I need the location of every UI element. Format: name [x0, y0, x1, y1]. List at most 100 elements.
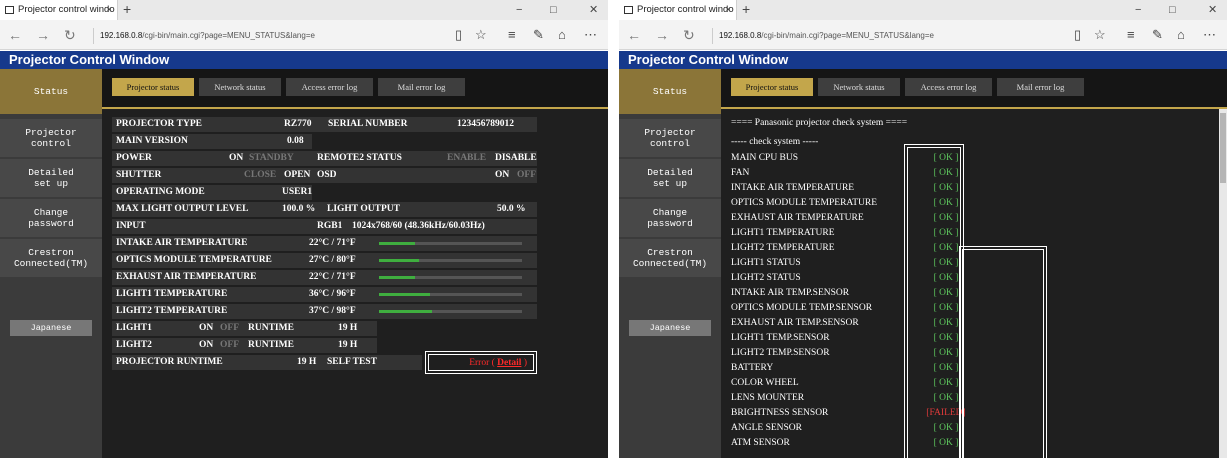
favorite-star-icon[interactable]: ☆: [1094, 27, 1106, 43]
reading-view-icon[interactable]: ▯: [1074, 27, 1081, 43]
temp-label: LIGHT1 TEMPERATURE: [116, 289, 228, 299]
sidebar-item-change-password[interactable]: Change password: [0, 199, 102, 237]
self-test-close: ): [523, 358, 527, 368]
self-test-detail-link[interactable]: Detail: [497, 358, 521, 368]
favorite-star-icon[interactable]: ☆: [475, 27, 487, 43]
sidebar: Status Projector control Detailed set up…: [0, 69, 102, 458]
sidebar-item-projector-control[interactable]: Projector control: [0, 119, 102, 157]
tab-projector-status[interactable]: Projector status: [731, 78, 813, 96]
self-test-subheader: ----- check system -----: [731, 137, 819, 147]
sidebar-item-status[interactable]: Status: [0, 69, 102, 114]
sidebar-item-projector-control[interactable]: Projector control: [619, 119, 721, 157]
self-test-result: Error ( Detail ): [428, 354, 534, 371]
forward-icon[interactable]: →: [655, 26, 669, 44]
status-tabs: Projector status Network status Access e…: [102, 69, 608, 109]
japanese-button[interactable]: Japanese: [629, 320, 711, 336]
max-light-label: MAX LIGHT OUTPUT LEVEL: [116, 204, 249, 214]
sidebar-item-label: Crestron Connected(TM): [13, 247, 89, 269]
sidebar-item-change-password[interactable]: Change password: [619, 199, 721, 237]
remote2-disable: DISABLE: [495, 153, 537, 163]
share-icon[interactable]: ⌂: [1177, 27, 1185, 43]
hub-icon[interactable]: ≡: [1127, 27, 1135, 43]
self-test-item-name: OPTICS MODULE TEMPERATURE: [731, 198, 878, 208]
self-test-item-name: LIGHT2 TEMP.SENSOR: [731, 348, 830, 358]
more-icon[interactable]: ⋯: [1203, 27, 1216, 43]
url-field[interactable]: 192.168.0.8/cgi-bin/main.cgi?page=MENU_S…: [93, 28, 423, 44]
input-signal: 1024x768/60 (48.36kHz/60.03Hz): [352, 221, 485, 231]
sidebar-item-label: Detailed set up: [647, 167, 693, 189]
temp-bar-fill: [379, 293, 431, 296]
forward-icon[interactable]: →: [36, 26, 50, 44]
more-icon[interactable]: ⋯: [584, 27, 597, 43]
sidebar-item-crestron[interactable]: Crestron Connected(TM): [619, 239, 721, 277]
self-test-item-name: EXHAUST AIR TEMP.SENSOR: [731, 318, 859, 328]
row-main-version: MAIN VERSION 0.08: [112, 134, 312, 149]
sidebar-item-crestron[interactable]: Crestron Connected(TM): [0, 239, 102, 277]
browser-tab[interactable]: Projector control windo ×: [619, 0, 737, 20]
new-tab-button[interactable]: +: [123, 0, 131, 19]
close-window-button[interactable]: ✕: [1208, 0, 1217, 20]
web-note-icon[interactable]: ✎: [1152, 27, 1163, 43]
tab-network-status[interactable]: Network status: [199, 78, 281, 96]
results-highlight-frame-inner: [907, 147, 961, 458]
sidebar-item-status[interactable]: Status: [619, 69, 721, 114]
minimize-button[interactable]: −: [516, 0, 522, 20]
temp-value: 37°C / 98°F: [309, 306, 356, 316]
osd-on: ON: [495, 170, 510, 180]
url-path: /cgi-bin/main.cgi?page=MENU_STATUS&lang=…: [142, 31, 315, 40]
osd-label: OSD: [317, 170, 337, 180]
refresh-icon[interactable]: ↻: [683, 26, 695, 44]
row-optics-temp: OPTICS MODULE TEMPERATURE 27°C / 80°F: [112, 253, 537, 268]
close-window-button[interactable]: ✕: [589, 0, 598, 20]
temp-label: EXHAUST AIR TEMPERATURE: [116, 272, 257, 282]
address-bar: ← → ↻ 192.168.0.8/cgi-bin/main.cgi?page=…: [619, 20, 1227, 50]
tab-mail-error-log[interactable]: Mail error log: [378, 78, 465, 96]
main-version-label: MAIN VERSION: [116, 136, 188, 146]
row-input: INPUT RGB1 1024x768/60 (48.36kHz/60.03Hz…: [112, 219, 537, 234]
sidebar-item-detailed-setup[interactable]: Detailed set up: [0, 159, 102, 197]
temp-bar-fill: [379, 259, 420, 262]
close-tab-icon[interactable]: ×: [725, 0, 731, 20]
maximize-button[interactable]: □: [550, 0, 557, 20]
tab-mail-error-log[interactable]: Mail error log: [997, 78, 1084, 96]
tab-bar: Projector control windo × + − □ ✕: [0, 0, 608, 20]
row-exhaust-temp: EXHAUST AIR TEMPERATURE 22°C / 71°F: [112, 270, 537, 285]
light1-label: LIGHT1: [116, 323, 152, 333]
app-title: Projector Control Window: [619, 51, 1227, 69]
share-icon[interactable]: ⌂: [558, 27, 566, 43]
vertical-scrollbar[interactable]: [1219, 109, 1227, 458]
back-icon[interactable]: ←: [8, 26, 22, 44]
browser-tab[interactable]: Projector control windo ×: [0, 0, 118, 20]
scrollbar-thumb[interactable]: [1220, 113, 1226, 183]
shutter-close: CLOSE: [244, 170, 277, 180]
new-tab-button[interactable]: +: [742, 0, 750, 19]
light2-on: ON: [199, 340, 214, 350]
results-highlight-callout: [959, 246, 1047, 458]
light-output-value: 50.0 %: [497, 204, 526, 214]
browser-window-self-test: Projector control windo × + − □ ✕ ← → ↻ …: [619, 0, 1227, 458]
tab-access-error-log[interactable]: Access error log: [286, 78, 373, 96]
web-note-icon[interactable]: ✎: [533, 27, 544, 43]
self-test-error: Error (: [469, 358, 495, 368]
sidebar-item-label: Status: [33, 86, 69, 97]
light-output-label: LIGHT OUTPUT: [327, 204, 400, 214]
refresh-icon[interactable]: ↻: [64, 26, 76, 44]
url-field[interactable]: 192.168.0.8/cgi-bin/main.cgi?page=MENU_S…: [712, 28, 1042, 44]
reading-view-icon[interactable]: ▯: [455, 27, 462, 43]
input-value: RGB1: [317, 221, 343, 231]
url-path: /cgi-bin/main.cgi?page=MENU_STATUS&lang=…: [761, 31, 934, 40]
browser-tab-title: Projector control windo: [18, 4, 115, 15]
maximize-button[interactable]: □: [1169, 0, 1176, 20]
japanese-button[interactable]: Japanese: [10, 320, 92, 336]
close-tab-icon[interactable]: ×: [106, 0, 112, 20]
projector-page: Projector Control Window Status Projecto…: [0, 51, 608, 458]
self-test-highlight: Error ( Detail ): [425, 351, 537, 374]
tab-access-error-log[interactable]: Access error log: [905, 78, 992, 96]
minimize-button[interactable]: −: [1135, 0, 1141, 20]
tab-network-status[interactable]: Network status: [818, 78, 900, 96]
temp-bar: [379, 242, 522, 245]
tab-projector-status[interactable]: Projector status: [112, 78, 194, 96]
back-icon[interactable]: ←: [627, 26, 641, 44]
sidebar-item-detailed-setup[interactable]: Detailed set up: [619, 159, 721, 197]
hub-icon[interactable]: ≡: [508, 27, 516, 43]
